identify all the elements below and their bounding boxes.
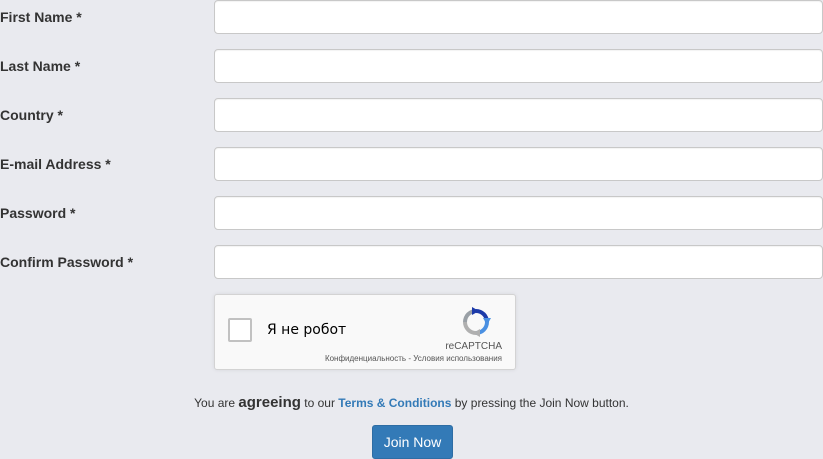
confirm-password-row: Confirm Password * — [0, 245, 823, 279]
recaptcha-links: Конфиденциальность - Условия использован… — [325, 354, 502, 363]
recaptcha-privacy-link[interactable]: Конфиденциальность — [325, 354, 406, 363]
password-input[interactable] — [214, 196, 823, 230]
country-row: Country * — [0, 98, 823, 132]
agreement-text: You are agreeing to our Terms & Conditio… — [0, 394, 823, 411]
agreement-prefix: You are — [194, 396, 239, 410]
first-name-input[interactable] — [214, 0, 823, 34]
first-name-label: First Name * — [0, 9, 82, 25]
recaptcha-label: Я не робот — [267, 322, 347, 338]
recaptcha-widget: Я не робот reCAPTCHA Конфиденциальность … — [214, 294, 516, 370]
terms-conditions-link[interactable]: Terms & Conditions — [338, 396, 451, 410]
last-name-label: Last Name * — [0, 58, 81, 74]
country-input[interactable] — [214, 98, 823, 132]
email-input[interactable] — [214, 147, 823, 181]
email-row: E-mail Address * — [0, 147, 823, 181]
last-name-row: Last Name * — [0, 49, 823, 83]
recaptcha-checkbox[interactable] — [228, 318, 252, 342]
country-label: Country * — [0, 107, 63, 123]
agreement-emphasis: agreeing — [238, 394, 301, 411]
confirm-password-input[interactable] — [214, 245, 823, 279]
join-now-button[interactable]: Join Now — [372, 425, 453, 459]
email-label: E-mail Address * — [0, 156, 111, 172]
agreement-middle: to our — [300, 396, 339, 410]
password-row: Password * — [0, 196, 823, 230]
agreement-suffix: by pressing the Join Now button. — [451, 396, 629, 410]
password-label: Password * — [0, 205, 76, 221]
recaptcha-brand: reCAPTCHA — [445, 341, 502, 352]
recaptcha-logo-icon — [463, 307, 491, 337]
recaptcha-terms-link[interactable]: Условия использования — [413, 354, 502, 363]
confirm-password-label: Confirm Password * — [0, 254, 134, 270]
last-name-input[interactable] — [214, 49, 823, 83]
first-name-row: First Name * — [0, 0, 823, 34]
